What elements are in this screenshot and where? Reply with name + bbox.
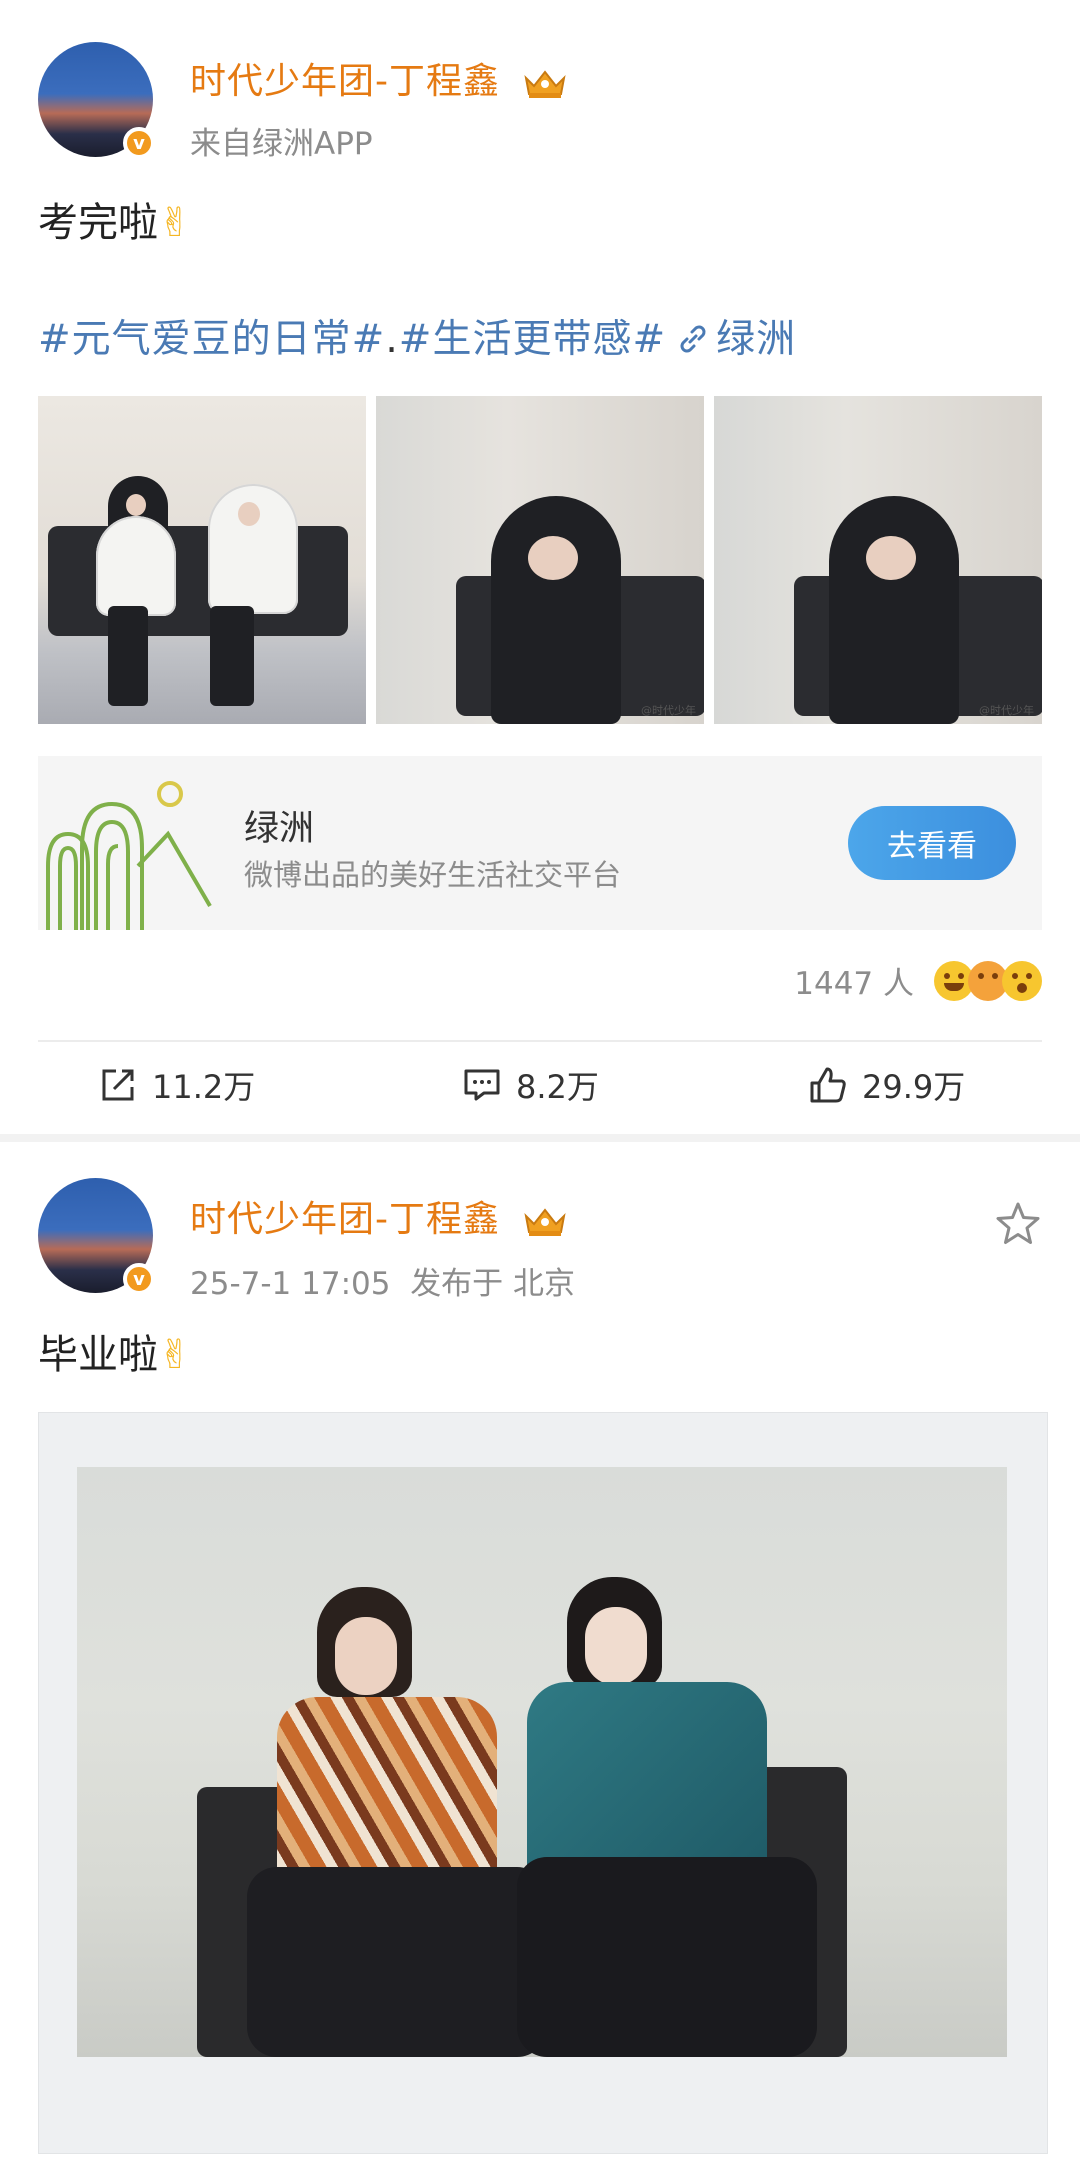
post-source: 来自绿洲APP [190, 126, 373, 162]
verified-v-icon: v [123, 1263, 155, 1295]
username[interactable]: 时代少年团-丁程鑫 [190, 1199, 500, 1240]
watermark: @时代少年 [979, 704, 1034, 717]
oasis-link[interactable]: 绿洲 [716, 317, 796, 362]
polaroid-photo [77, 1467, 1007, 2057]
reactions-summary[interactable]: 1447 人 [794, 958, 1042, 1003]
username-row[interactable]: 时代少年团-丁程鑫 [190, 52, 568, 104]
reaction-count: 1447 人 [794, 966, 914, 1002]
comment-count: 8.2万 [516, 1068, 599, 1106]
crown-badge-icon [524, 70, 567, 98]
avatar[interactable]: v [38, 1178, 155, 1295]
post-card: v 时代少年团-丁程鑫 25-7-1 17:05 发布于 北京 毕业啦✌ [0, 1142, 1080, 2158]
username-row[interactable]: 时代少年团-丁程鑫 [190, 1190, 568, 1242]
post-image[interactable]: @时代少年 [376, 396, 704, 724]
action-bar: 11.2万 8.2万 29.9万 [0, 1062, 1080, 1122]
post-meta: 25-7-1 17:05 发布于 北京 [190, 1258, 575, 1303]
topic-link[interactable]: #生活更带感# [399, 317, 666, 362]
app-link-card[interactable]: 绿洲 微博出品的美好生活社交平台 去看看 [38, 756, 1042, 930]
topics-row: #元气爱豆的日常#.#生活更带感# 绿洲 [38, 308, 796, 364]
crown-badge-icon [524, 1208, 567, 1236]
image-grid: @时代少年 @时代少年 [38, 396, 1042, 724]
share-count: 11.2万 [152, 1068, 256, 1106]
surprised-emoji-icon [1002, 960, 1042, 1001]
oasis-logo-icon [38, 756, 212, 930]
card-description: 微博出品的美好生活社交平台 [244, 858, 622, 892]
post-card: v 时代少年团-丁程鑫 来自绿洲APP 考完啦✌ #元气爱豆的日常#.#生活更带… [0, 0, 1080, 1134]
comment-icon [464, 1069, 500, 1101]
topic-link[interactable]: #元气爱豆的日常# [38, 317, 385, 362]
post-timestamp: 25-7-1 17:05 [190, 1266, 391, 1302]
post-text: 毕业啦✌ [38, 1322, 192, 1380]
link-icon [680, 325, 706, 353]
star-icon[interactable] [994, 1200, 1042, 1248]
victory-hand-icon: ✌ [158, 1332, 192, 1378]
avatar[interactable]: v [38, 42, 155, 159]
comment-button[interactable]: 8.2万 [462, 1062, 599, 1108]
card-title: 绿洲 [244, 809, 315, 849]
post-text-content: 考完啦 [38, 200, 158, 246]
post-image[interactable] [38, 396, 366, 724]
share-icon [102, 1069, 134, 1101]
post-divider [0, 1134, 1080, 1142]
post-location: 发布于 北京 [410, 1266, 576, 1302]
like-count: 29.9万 [862, 1068, 966, 1106]
post-text: 考完啦✌ [38, 190, 192, 248]
post-image[interactable]: @时代少年 [714, 396, 1042, 724]
like-button[interactable]: 29.9万 [808, 1062, 965, 1108]
username[interactable]: 时代少年团-丁程鑫 [190, 61, 500, 102]
go-see-button[interactable]: 去看看 [848, 806, 1016, 880]
verified-v-icon: v [123, 127, 155, 159]
watermark: @时代少年 [641, 704, 696, 717]
divider [38, 1040, 1042, 1042]
topic-separator: . [385, 317, 399, 362]
share-button[interactable]: 11.2万 [98, 1062, 255, 1108]
victory-hand-icon: ✌ [158, 200, 192, 246]
post-image[interactable] [38, 1412, 1048, 2154]
like-icon [810, 1067, 846, 1103]
post-text-content: 毕业啦 [38, 1332, 158, 1378]
